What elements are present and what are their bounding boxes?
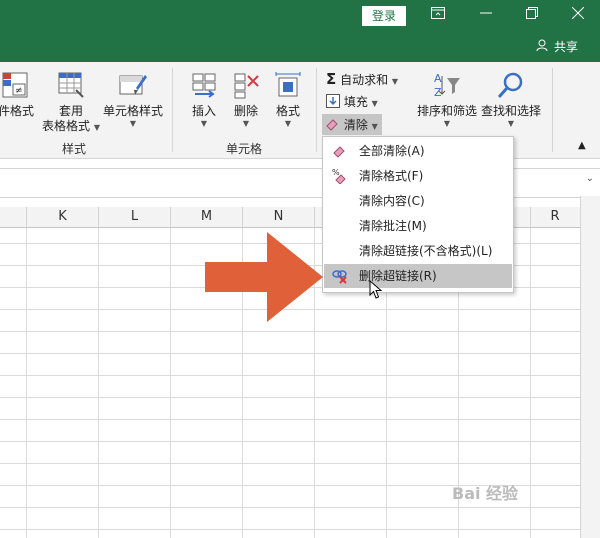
share-label: 共享 (553, 40, 578, 54)
group-divider (172, 68, 173, 152)
expand-formula-bar-icon[interactable]: ⌄ (586, 173, 594, 184)
close-icon[interactable] (566, 4, 590, 28)
chevron-down-icon: ▼ (371, 122, 378, 131)
cell-styles-icon (118, 70, 148, 100)
insert-button[interactable]: 插入 ▼ (184, 70, 224, 128)
menu-item-remove-hyperlinks[interactable]: 删除超链接(R) (324, 264, 512, 288)
insert-label: 插入 (191, 104, 216, 118)
styles-group-label: 样式 (62, 142, 87, 156)
restore-ribbon-icon[interactable] (426, 4, 450, 28)
menu-item-clear-contents[interactable]: 清除内容(C) (324, 189, 512, 213)
menu-item-clear-hyperlinks[interactable]: 清除超链接(不含格式)(L) (324, 239, 512, 263)
minimize-icon[interactable] (474, 4, 498, 28)
eraser-icon (326, 118, 344, 132)
column-header-m[interactable]: M (171, 207, 243, 227)
format-as-table-button[interactable]: 套用 表格格式 ▼ (40, 70, 102, 135)
clear-formats-icon: % (332, 168, 348, 185)
menu-item-label: 清除格式(F) (359, 169, 424, 183)
table-format-label-2: 表格格式 (42, 119, 91, 133)
column-header-l[interactable]: L (99, 207, 171, 227)
column-header-r[interactable]: R (531, 207, 579, 227)
fill-label: 填充 (343, 95, 368, 109)
chevron-down-icon: ▼ (443, 119, 451, 128)
group-divider (316, 68, 317, 152)
group-divider (552, 68, 553, 152)
clear-button[interactable]: 清除 ▼ (322, 114, 382, 135)
menu-item-label: 清除内容(C) (359, 194, 425, 208)
autosum-button[interactable]: Σ 自动求和 ▼ (326, 70, 398, 88)
menu-item-clear-all[interactable]: 全部清除(A) (324, 139, 512, 163)
collapse-ribbon-button[interactable]: ▲ (578, 140, 586, 151)
format-cells-icon (273, 70, 303, 100)
mouse-cursor-icon (369, 279, 383, 300)
menu-item-label: 全部清除(A) (359, 144, 425, 158)
eraser-icon (332, 143, 348, 159)
conditional-format-button[interactable]: ≠ 件格式 (0, 70, 40, 119)
conditional-format-label: 件格式 (0, 104, 34, 118)
menu-item-clear-comments[interactable]: 清除批注(M) (324, 214, 512, 238)
menu-item-label: 清除批注(M) (359, 219, 427, 233)
annotation-arrow-icon (205, 230, 325, 325)
column-header[interactable] (0, 207, 27, 227)
delete-label: 删除 (233, 104, 258, 118)
conditional-format-icon: ≠ (1, 70, 31, 100)
table-format-label-1: 套用 (58, 104, 83, 118)
cell-styles-label: 单元格样式 (102, 104, 163, 118)
menu-item-label: 清除超链接(不含格式)(L) (359, 244, 493, 258)
chevron-down-icon: ▼ (284, 119, 292, 128)
remove-hyperlink-icon (332, 268, 348, 284)
menu-item-clear-formats[interactable]: % 清除格式(F) (324, 164, 512, 188)
insert-cells-icon (189, 70, 219, 100)
svg-text:%: % (332, 168, 340, 177)
fill-button[interactable]: 填充 ▼ (326, 93, 378, 110)
format-label: 格式 (275, 104, 300, 118)
chevron-down-icon: ▼ (242, 119, 250, 128)
column-header-n[interactable]: N (243, 207, 315, 227)
find-select-label: 查找和选择 (480, 104, 541, 118)
svg-text:A: A (434, 72, 442, 85)
sort-filter-icon: AZ (432, 70, 462, 100)
person-icon (536, 39, 550, 54)
cells-group-label: 单元格 (226, 142, 263, 156)
sigma-icon: Σ (326, 70, 337, 88)
column-header-k[interactable]: K (27, 207, 99, 227)
autosum-label: 自动求和 (340, 73, 389, 87)
share-button[interactable]: 共享 (536, 38, 578, 55)
restore-icon[interactable] (520, 4, 544, 28)
chevron-down-icon: ▼ (391, 77, 399, 86)
chevron-down-icon: ▼ (507, 119, 515, 128)
svg-text:≠: ≠ (15, 86, 23, 96)
search-icon (496, 70, 526, 100)
fill-down-icon (326, 94, 344, 109)
chevron-down-icon: ▼ (200, 119, 208, 128)
login-button[interactable]: 登录 (362, 6, 406, 26)
sort-filter-label: 排序和筛选 (416, 104, 477, 118)
title-bar: 登录 共享 (0, 0, 600, 62)
vertical-scrollbar[interactable] (580, 196, 600, 538)
delete-button[interactable]: 删除 ▼ (226, 70, 266, 128)
find-select-button[interactable]: 查找和选择 ▼ (480, 70, 542, 128)
chevron-down-icon: ▼ (129, 119, 137, 128)
table-format-icon (56, 70, 86, 100)
chevron-up-icon: ▲ (578, 140, 586, 151)
format-button[interactable]: 格式 ▼ (268, 70, 308, 128)
clear-label: 清除 (343, 118, 368, 132)
sort-filter-button[interactable]: AZ 排序和筛选 ▼ (412, 70, 482, 128)
cell-styles-button[interactable]: 单元格样式 ▼ (100, 70, 166, 128)
chevron-down-icon: ▼ (371, 99, 378, 108)
clear-dropdown-menu: 全部清除(A) % 清除格式(F) 清除内容(C) 清除批注(M) 清除超链接(… (322, 136, 514, 293)
watermark: Bai 经验 (452, 484, 519, 503)
delete-cells-icon (231, 70, 261, 100)
